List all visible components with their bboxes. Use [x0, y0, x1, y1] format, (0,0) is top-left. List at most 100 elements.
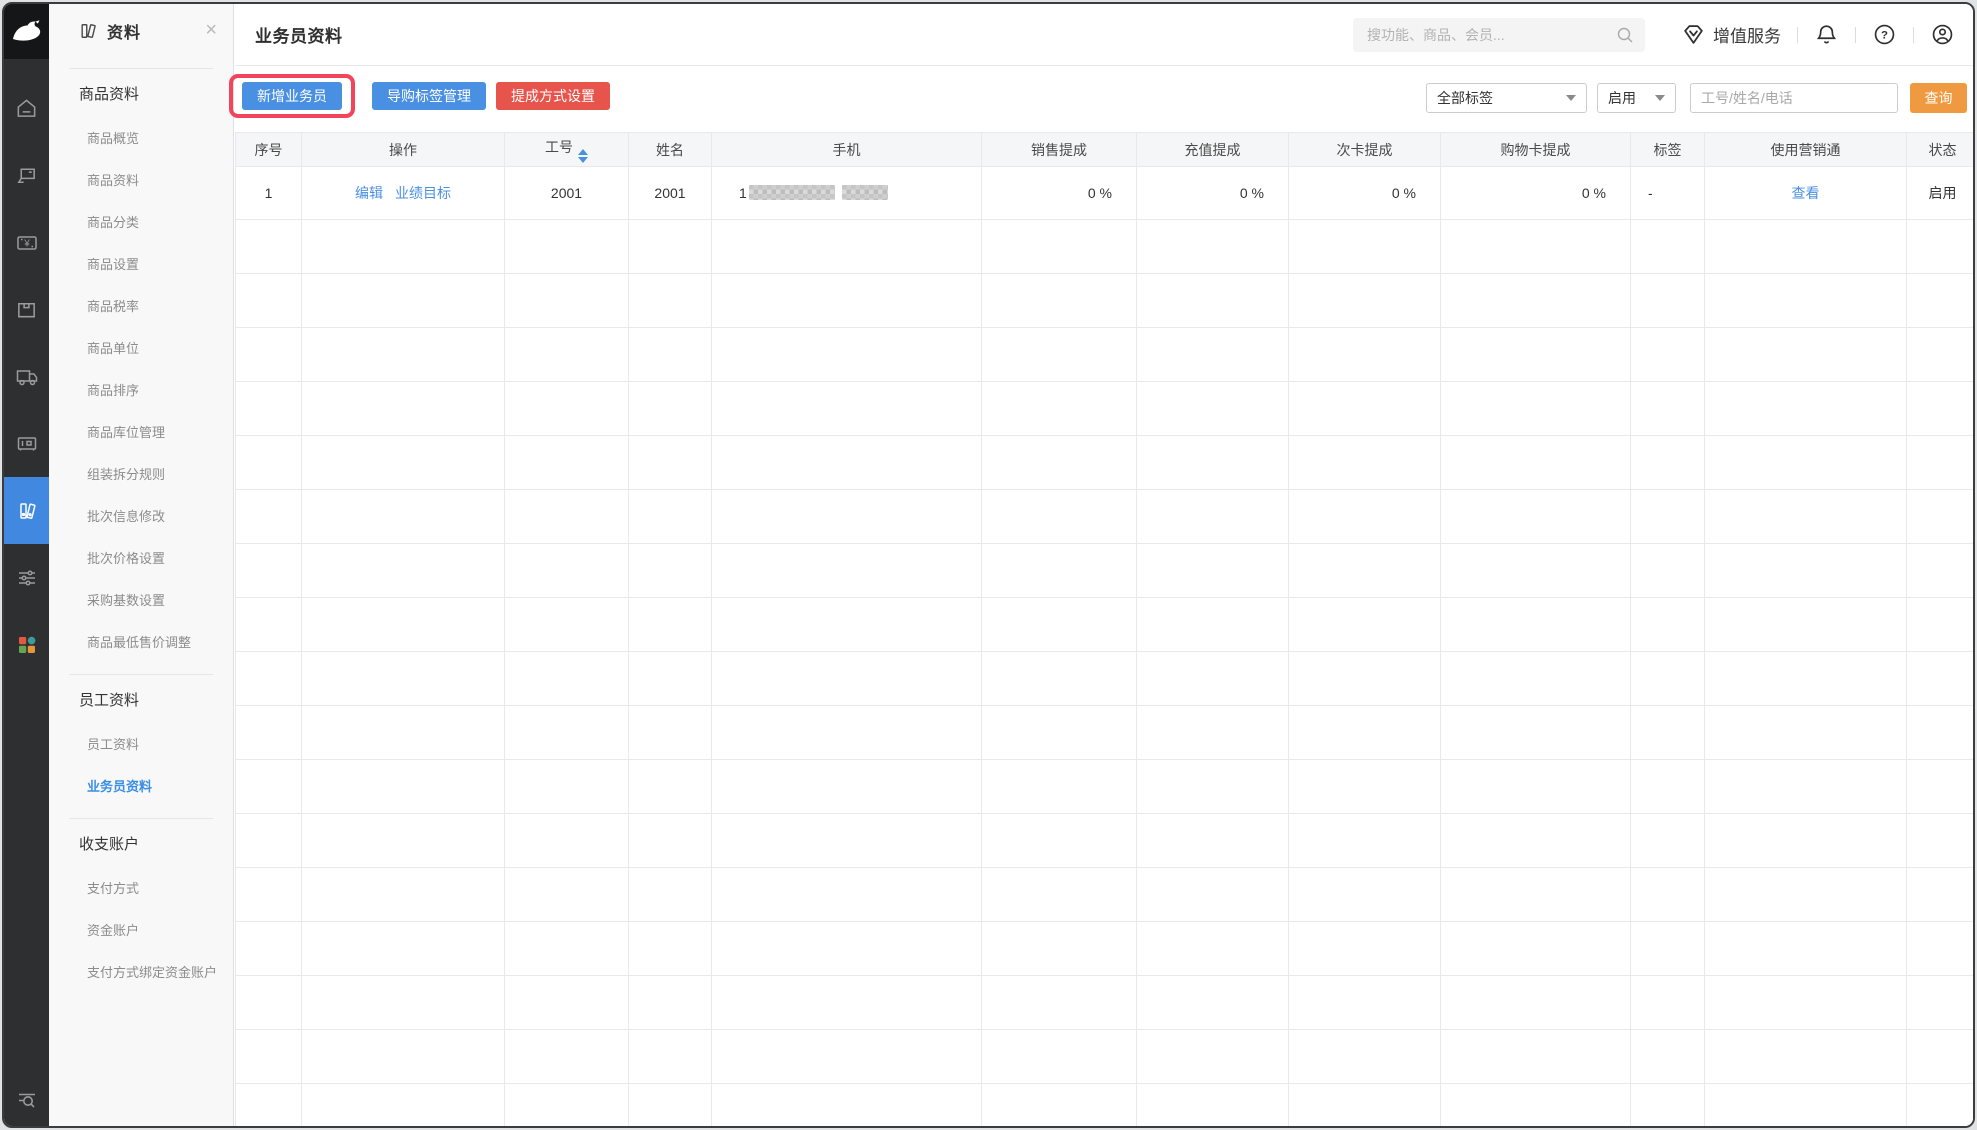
rail-truck-icon[interactable] [4, 343, 49, 410]
empty-cell [235, 705, 302, 760]
empty-cell [628, 273, 712, 328]
empty-cell [1288, 489, 1441, 544]
toolbar: 新增业务员 导购标签管理 提成方式设置 全部标签 启用 查询 [229, 66, 1973, 132]
empty-row [235, 597, 1973, 652]
icon-rail: ¥ [4, 4, 49, 1126]
global-search [1353, 17, 1645, 52]
view-marketing-link[interactable]: 查看 [1792, 185, 1820, 201]
tag-filter-select[interactable]: 全部标签 [1426, 83, 1587, 113]
empty-cell [1630, 651, 1705, 706]
empty-cell [711, 597, 982, 652]
help-button[interactable]: ? [1872, 22, 1897, 47]
empty-cell [1440, 597, 1631, 652]
query-button[interactable]: 查询 [1910, 83, 1967, 113]
rail-data-icon-active[interactable] [4, 477, 49, 544]
empty-cell [981, 651, 1137, 706]
add-salesperson-button[interactable]: 新增业务员 [242, 82, 342, 110]
rail-money-icon[interactable]: ¥ [4, 209, 49, 276]
status-filter-select[interactable]: 启用 [1597, 83, 1676, 113]
empty-cell [1136, 921, 1289, 976]
sidebar-item-goods-category[interactable]: 商品分类 [49, 202, 233, 244]
sidebar-item-fund-account[interactable]: 资金账户 [49, 910, 233, 952]
rail-menu-search[interactable] [4, 1088, 49, 1112]
empty-cell [1136, 381, 1289, 436]
notifications-button[interactable] [1814, 22, 1839, 47]
sidebar-item-assembly-rules[interactable]: 组装拆分规则 [49, 454, 233, 496]
tag-manage-button[interactable]: 导购标签管理 [372, 82, 486, 110]
empty-cell [504, 705, 629, 760]
value-added-services[interactable]: 增值服务 [1681, 22, 1781, 47]
rail-settings-icon[interactable] [4, 544, 49, 611]
empty-cell [1440, 975, 1631, 1030]
edit-link[interactable]: 编辑 [355, 185, 383, 201]
sidebar-item-goods-tax[interactable]: 商品税率 [49, 286, 233, 328]
sort-icon[interactable] [578, 148, 588, 163]
col-status: 状态 [1906, 132, 1973, 167]
sidebar-header: 资料 × [49, 4, 233, 58]
account-button[interactable] [1930, 22, 1955, 47]
rail-pos-icon[interactable] [4, 142, 49, 209]
empty-cell [1906, 381, 1973, 436]
sidebar-item-batch-info[interactable]: 批次信息修改 [49, 496, 233, 538]
tag-filter-value: 全部标签 [1437, 90, 1493, 106]
empty-cell [1136, 543, 1289, 598]
rail-register-icon[interactable] [4, 410, 49, 477]
sidebar-item-staff-data[interactable]: 员工资料 [49, 724, 233, 766]
empty-cell [1630, 219, 1705, 274]
empty-cell [1704, 1029, 1907, 1084]
global-search-input[interactable] [1353, 17, 1645, 52]
empty-cell [1440, 759, 1631, 814]
sidebar-item-goods-settings[interactable]: 商品设置 [49, 244, 233, 286]
cell-marketing: 查看 [1704, 166, 1907, 220]
sidebar-item-goods-unit[interactable]: 商品单位 [49, 328, 233, 370]
sidebar-close-icon[interactable]: × [205, 18, 217, 42]
rail-package-icon[interactable] [4, 276, 49, 343]
chevron-down-icon [1566, 95, 1576, 101]
sidebar-item-goods-overview[interactable]: 商品概览 [49, 118, 233, 160]
empty-cell [628, 1029, 712, 1084]
sidebar-item-payment-bind[interactable]: 支付方式绑定资金账户 [49, 952, 233, 994]
sidebar-item-goods-sort[interactable]: 商品排序 [49, 370, 233, 412]
empty-cell [981, 489, 1137, 544]
rail-apps-icon[interactable] [4, 611, 49, 678]
banknote-icon: ¥ [16, 235, 37, 250]
empty-cell [1288, 867, 1441, 922]
empty-cell [1906, 651, 1973, 706]
sidebar-item-payment-method[interactable]: 支付方式 [49, 868, 233, 910]
empty-cell [981, 273, 1137, 328]
empty-cell [1704, 327, 1907, 382]
empty-row [235, 975, 1973, 1030]
rail-home-icon[interactable] [4, 75, 49, 142]
empty-cell [504, 759, 629, 814]
sidebar-item-batch-price[interactable]: 批次价格设置 [49, 538, 233, 580]
col-emp-no[interactable]: 工号 [504, 132, 629, 167]
sidebar-item-goods-location[interactable]: 商品库位管理 [49, 412, 233, 454]
empty-cell [504, 273, 629, 328]
empty-cell [711, 219, 982, 274]
empty-cell [628, 813, 712, 868]
package-icon [18, 302, 35, 318]
cell-status: 启用 [1906, 166, 1973, 220]
empty-cell [628, 867, 712, 922]
sidebar-item-goods-data[interactable]: 商品资料 [49, 160, 233, 202]
empty-cell [235, 597, 302, 652]
performance-target-link[interactable]: 业绩目标 [395, 185, 451, 201]
empty-cell [711, 1029, 982, 1084]
empty-cell [981, 1083, 1137, 1126]
sidebar-item-min-price[interactable]: 商品最低售价调整 [49, 622, 233, 664]
empty-row [235, 651, 1973, 706]
books-icon [19, 502, 36, 519]
sidebar-item-salesperson-data[interactable]: 业务员资料 [49, 766, 233, 808]
commission-settings-button[interactable]: 提成方式设置 [496, 82, 610, 110]
query-input[interactable] [1690, 83, 1898, 113]
empty-cell [1630, 543, 1705, 598]
sidebar-section-goods: 商品资料 [79, 86, 140, 103]
empty-cell [301, 813, 505, 868]
empty-cell [301, 651, 505, 706]
empty-cell [504, 435, 629, 490]
divider [69, 818, 213, 819]
empty-cell [301, 219, 505, 274]
col-tag: 标签 [1630, 132, 1705, 167]
sidebar-item-purchase-base[interactable]: 采购基数设置 [49, 580, 233, 622]
empty-cell [504, 543, 629, 598]
